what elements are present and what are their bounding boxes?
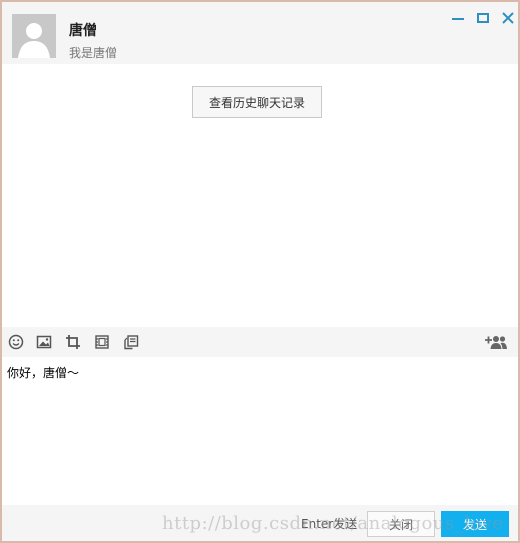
add-member-button[interactable] [484, 333, 508, 351]
image-icon [36, 335, 52, 349]
titlebar: 唐僧 我是唐僧 [2, 2, 518, 64]
avatar[interactable] [12, 14, 56, 58]
contact-signature: 我是唐僧 [69, 46, 118, 60]
close-icon [502, 12, 514, 24]
message-input[interactable]: 你好，唐僧～ [2, 357, 518, 505]
footer-bar: Enter发送 关闭 发送 [2, 505, 518, 541]
user-silhouette-icon [12, 14, 56, 58]
message-history-button[interactable] [122, 333, 140, 351]
minimize-button[interactable] [451, 11, 465, 25]
close-button[interactable]: 关闭 [367, 511, 435, 537]
emoji-icon [8, 334, 24, 350]
crop-icon [66, 335, 80, 349]
screenshot-button[interactable] [64, 333, 82, 351]
add-contact-icon [485, 336, 507, 349]
contact-name: 唐僧 [69, 23, 97, 39]
close-window-button[interactable] [501, 11, 515, 25]
message-history-icon [124, 335, 139, 350]
image-button[interactable] [35, 333, 53, 351]
maximize-icon [477, 13, 489, 23]
enter-send-option[interactable]: Enter发送 [301, 515, 357, 532]
chat-message-area[interactable]: 查看历史聊天记录 [2, 64, 518, 327]
chat-window: 唐僧 我是唐僧 查看历史聊天记录 你好，唐僧～ Enter发送 关闭 发送 ht… [0, 0, 520, 543]
message-input-text[interactable]: 你好，唐僧～ [7, 364, 79, 381]
send-button[interactable]: 发送 [441, 511, 509, 537]
video-button[interactable] [93, 333, 111, 351]
film-icon [95, 335, 109, 349]
view-history-button[interactable]: 查看历史聊天记录 [192, 86, 322, 118]
minimize-icon [452, 18, 464, 20]
maximize-button[interactable] [476, 11, 490, 25]
emoji-button[interactable] [7, 333, 25, 351]
input-toolbar [2, 327, 518, 357]
